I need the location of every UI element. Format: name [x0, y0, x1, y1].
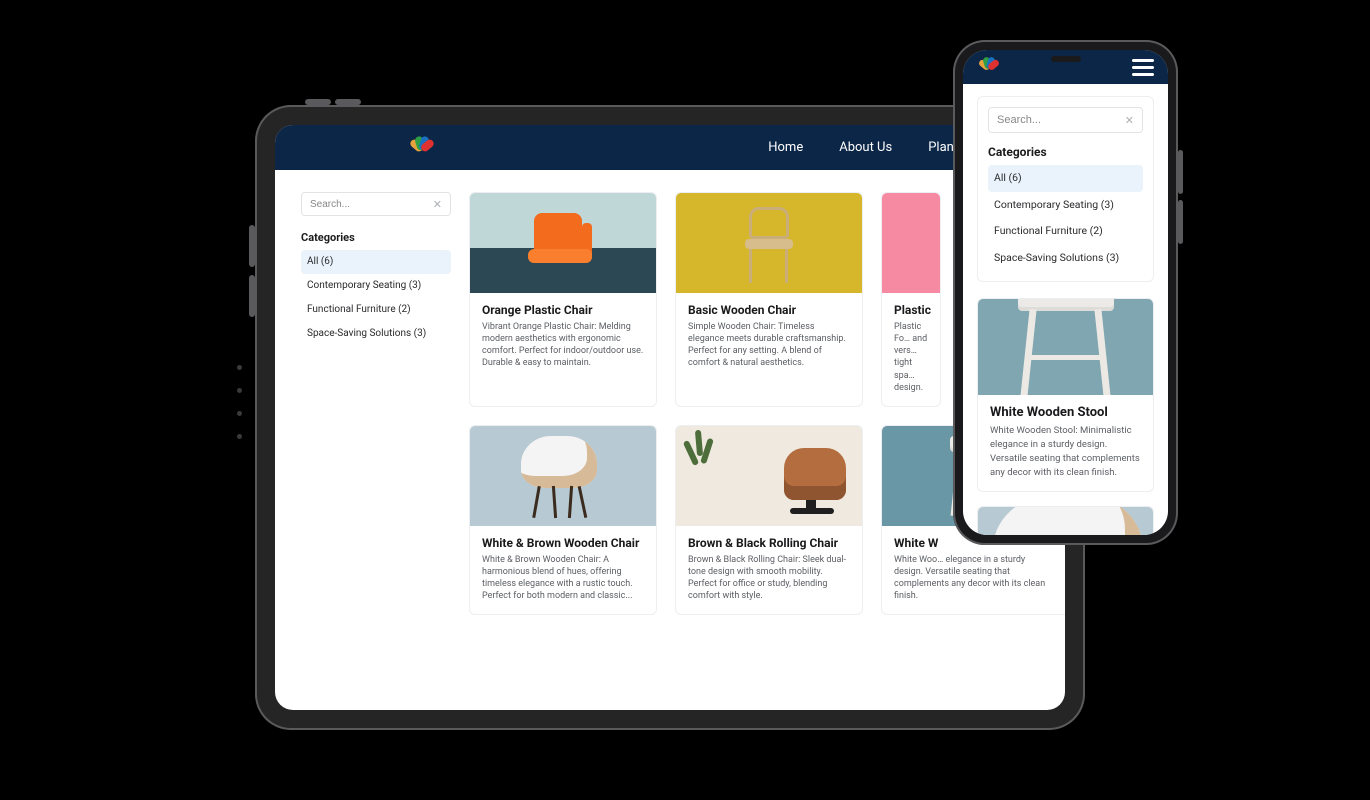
tablet-header: Home About Us Plans C — [275, 125, 1065, 170]
tablet-side-dots — [237, 365, 242, 439]
brand-logo-icon[interactable] — [979, 57, 999, 77]
category-contemporary-seating[interactable]: Contemporary Seating (3) — [301, 274, 451, 298]
category-contemporary-seating[interactable]: Contemporary Seating (3) — [988, 192, 1143, 219]
product-desc: White Woo… elegance in a sturdy design. … — [894, 554, 1056, 603]
categories-title: Categories — [301, 231, 451, 244]
clear-search-icon[interactable]: ✕ — [433, 198, 442, 211]
brand-logo-icon[interactable] — [410, 136, 434, 160]
hamburger-menu-icon[interactable] — [1132, 59, 1154, 76]
phone-notch — [1051, 56, 1081, 62]
tablet-power-button — [305, 99, 331, 105]
phone-device-frame: ✕ Categories All (6) Contemporary Seatin… — [953, 40, 1178, 545]
product-desc: White Wooden Stool: Minimalistic eleganc… — [990, 424, 1141, 479]
product-title: Basic Wooden Chair — [688, 303, 850, 317]
tablet-screen: Home About Us Plans C ✕ Categories All (… — [275, 125, 1065, 710]
product-desc: White & Brown Wooden Chair: A harmonious… — [482, 554, 644, 603]
product-card[interactable]: White Wooden Stool White Wooden Stool: M… — [977, 298, 1154, 492]
phone-body: ✕ Categories All (6) Contemporary Seatin… — [963, 84, 1168, 535]
product-card[interactable]: Brown & Black Rolling Chair Brown & Blac… — [675, 425, 863, 616]
product-image — [676, 193, 862, 293]
product-card[interactable]: Orange Plastic Chair Vibrant Orange Plas… — [469, 192, 657, 407]
search-box[interactable]: ✕ — [988, 107, 1143, 133]
search-input[interactable] — [997, 114, 1125, 126]
product-title: White & Brown Wooden Chair — [482, 536, 644, 550]
product-title: Plastic — [894, 303, 928, 317]
product-title: Orange Plastic Chair — [482, 303, 644, 317]
category-all[interactable]: All (6) — [988, 165, 1143, 192]
phone-side-button — [1178, 200, 1183, 244]
search-input[interactable] — [310, 199, 433, 210]
tablet-body: ✕ Categories All (6) Contemporary Seatin… — [275, 170, 1065, 637]
phone-sidebar: ✕ Categories All (6) Contemporary Seatin… — [977, 96, 1154, 282]
phone-side-button — [1178, 150, 1183, 194]
product-image — [978, 507, 1153, 535]
product-desc: Plastic Fo… and vers… tight spa… design. — [894, 321, 928, 394]
product-card[interactable]: White & Brown Wooden Chair White & Brown… — [469, 425, 657, 616]
tablet-volume-up — [249, 225, 255, 267]
product-card[interactable] — [977, 506, 1154, 535]
product-image — [470, 426, 656, 526]
category-space-saving[interactable]: Space-Saving Solutions (3) — [988, 245, 1143, 272]
tablet-sidebar: ✕ Categories All (6) Contemporary Seatin… — [301, 192, 451, 615]
tablet-top-button — [335, 99, 361, 105]
clear-search-icon[interactable]: ✕ — [1125, 114, 1134, 127]
phone-screen: ✕ Categories All (6) Contemporary Seatin… — [963, 50, 1168, 535]
category-functional-furniture[interactable]: Functional Furniture (2) — [301, 298, 451, 322]
tablet-volume-down — [249, 275, 255, 317]
product-title: Brown & Black Rolling Chair — [688, 536, 850, 550]
nav-home[interactable]: Home — [768, 140, 803, 155]
product-image — [676, 426, 862, 526]
categories-title: Categories — [988, 145, 1143, 159]
category-all[interactable]: All (6) — [301, 250, 451, 274]
product-image — [978, 299, 1153, 395]
product-desc: Simple Wooden Chair: Timeless elegance m… — [688, 321, 850, 370]
product-image — [470, 193, 656, 293]
category-functional-furniture[interactable]: Functional Furniture (2) — [988, 218, 1143, 245]
nav-about[interactable]: About Us — [839, 140, 892, 155]
product-title: White Wooden Stool — [990, 405, 1141, 420]
product-desc: Vibrant Orange Plastic Chair: Melding mo… — [482, 321, 644, 370]
product-desc: Brown & Black Rolling Chair: Sleek dual-… — [688, 554, 850, 603]
product-card[interactable]: Plastic Plastic Fo… and vers… tight spa…… — [881, 192, 941, 407]
product-image — [882, 193, 940, 293]
category-space-saving[interactable]: Space-Saving Solutions (3) — [301, 322, 451, 346]
product-card[interactable]: Basic Wooden Chair Simple Wooden Chair: … — [675, 192, 863, 407]
search-box[interactable]: ✕ — [301, 192, 451, 216]
